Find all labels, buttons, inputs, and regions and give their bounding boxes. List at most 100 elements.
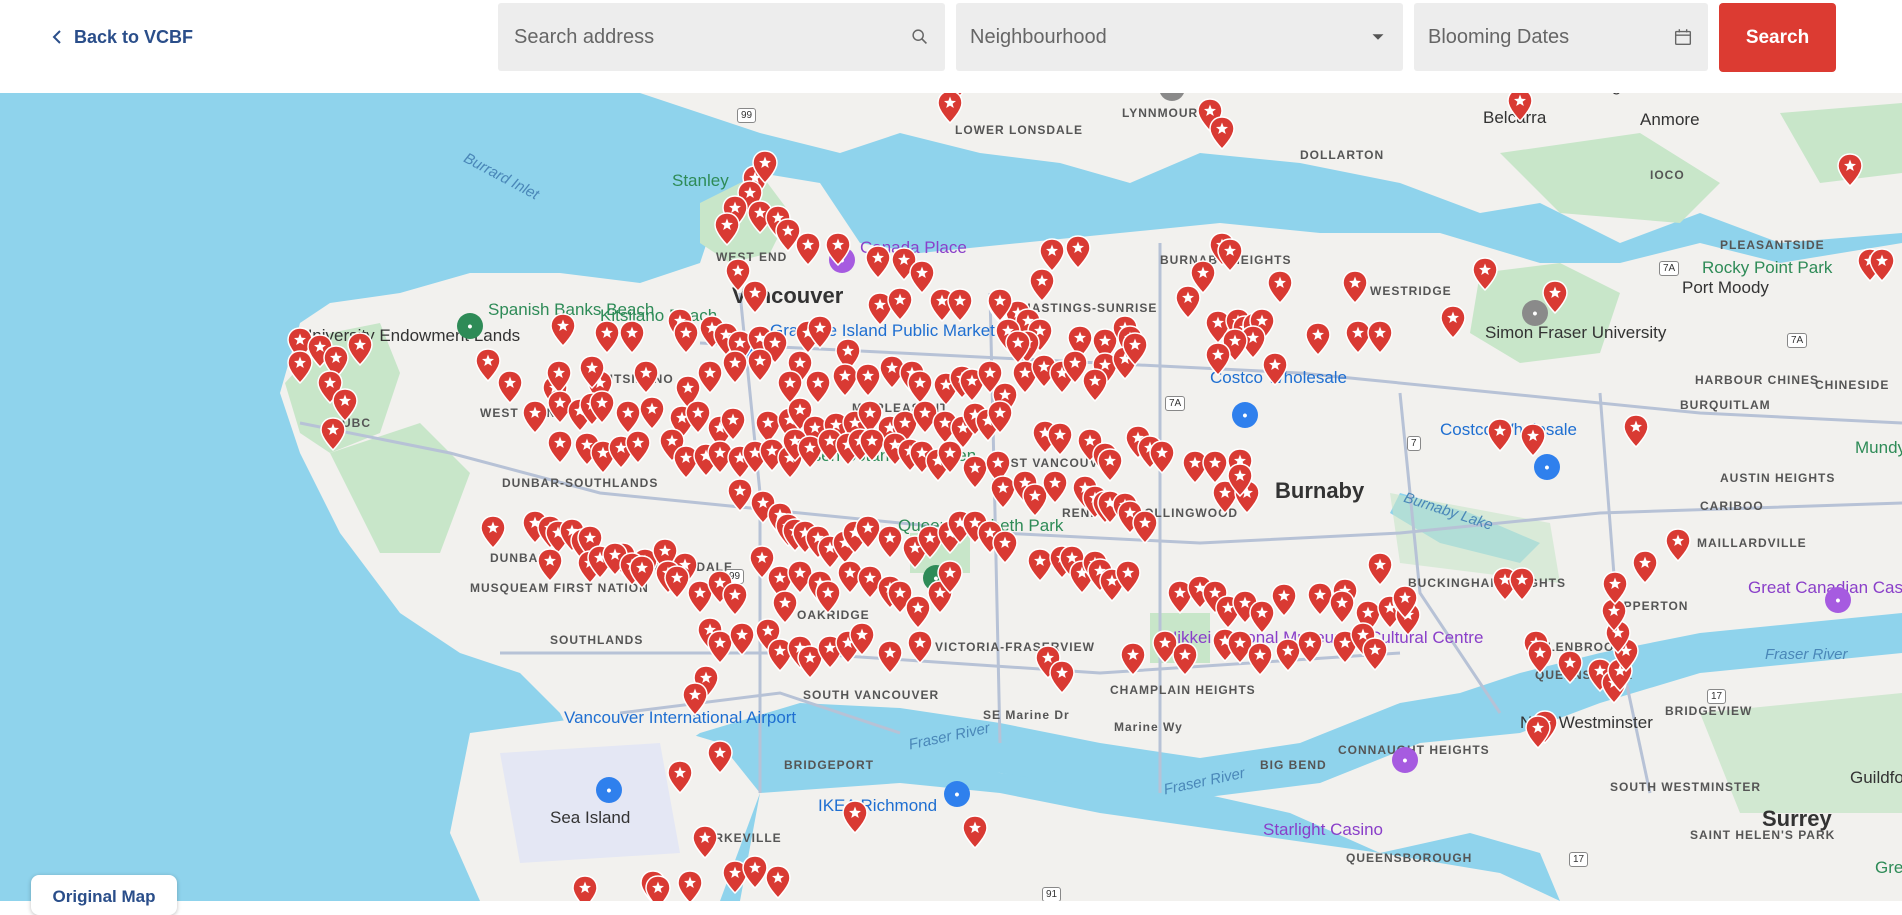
- cherry-tree-pin-icon[interactable]: [714, 212, 740, 247]
- poi-marker-icon[interactable]: •: [1534, 454, 1560, 480]
- cherry-tree-pin-icon[interactable]: [987, 400, 1013, 435]
- cherry-tree-pin-icon[interactable]: [1869, 248, 1895, 283]
- cherry-tree-pin-icon[interactable]: [480, 515, 506, 550]
- cherry-tree-pin-icon[interactable]: [937, 560, 963, 595]
- cherry-tree-pin-icon[interactable]: [537, 548, 563, 583]
- cherry-tree-pin-icon[interactable]: [1005, 330, 1031, 365]
- cherry-tree-pin-icon[interactable]: [722, 350, 748, 385]
- cherry-tree-pin-icon[interactable]: [849, 622, 875, 657]
- poi-marker-icon[interactable]: •: [457, 313, 483, 339]
- cherry-tree-pin-icon[interactable]: [765, 865, 791, 900]
- cherry-tree-pin-icon[interactable]: [625, 430, 651, 465]
- cherry-tree-pin-icon[interactable]: [1175, 285, 1201, 320]
- cherry-tree-pin-icon[interactable]: [347, 332, 373, 367]
- poi-marker-icon[interactable]: •: [1232, 402, 1258, 428]
- cherry-tree-pin-icon[interactable]: [1520, 423, 1546, 458]
- cherry-tree-pin-icon[interactable]: [589, 390, 615, 425]
- cherry-tree-pin-icon[interactable]: [522, 400, 548, 435]
- cherry-tree-pin-icon[interactable]: [1047, 422, 1073, 457]
- cherry-tree-pin-icon[interactable]: [1149, 440, 1175, 475]
- cherry-tree-pin-icon[interactable]: [747, 348, 773, 383]
- cherry-tree-pin-icon[interactable]: [947, 288, 973, 323]
- cherry-tree-pin-icon[interactable]: [1227, 463, 1253, 498]
- cherry-tree-pin-icon[interactable]: [987, 288, 1013, 323]
- poi-marker-icon[interactable]: •: [944, 781, 970, 807]
- cherry-tree-pin-icon[interactable]: [1362, 637, 1388, 672]
- cherry-tree-pin-icon[interactable]: [937, 440, 963, 475]
- search-address-field[interactable]: [498, 3, 945, 71]
- cherry-tree-pin-icon[interactable]: [1122, 332, 1148, 367]
- cherry-tree-pin-icon[interactable]: [1297, 630, 1323, 665]
- cherry-tree-pin-icon[interactable]: [1049, 660, 1075, 695]
- cherry-tree-pin-icon[interactable]: [907, 370, 933, 405]
- search-button[interactable]: Search: [1719, 3, 1836, 72]
- cherry-tree-pin-icon[interactable]: [682, 682, 708, 717]
- cherry-tree-pin-icon[interactable]: [697, 360, 723, 395]
- cherry-tree-pin-icon[interactable]: [807, 315, 833, 350]
- cherry-tree-pin-icon[interactable]: [855, 363, 881, 398]
- cherry-tree-pin-icon[interactable]: [907, 630, 933, 665]
- cherry-tree-pin-icon[interactable]: [1247, 642, 1273, 677]
- cherry-tree-pin-icon[interactable]: [1267, 270, 1293, 305]
- cherry-tree-pin-icon[interactable]: [547, 430, 573, 465]
- cherry-tree-pin-icon[interactable]: [619, 320, 645, 355]
- cherry-tree-pin-icon[interactable]: [639, 396, 665, 431]
- cherry-tree-pin-icon[interactable]: [729, 622, 755, 657]
- original-map-button[interactable]: Original Map: [31, 875, 177, 915]
- cherry-tree-pin-icon[interactable]: [1329, 590, 1355, 625]
- cherry-tree-pin-icon[interactable]: [1472, 257, 1498, 292]
- cherry-tree-pin-icon[interactable]: [1665, 528, 1691, 563]
- cherry-tree-pin-icon[interactable]: [497, 370, 523, 405]
- cherry-tree-pin-icon[interactable]: [692, 825, 718, 860]
- cherry-tree-pin-icon[interactable]: [1042, 470, 1068, 505]
- poi-marker-icon[interactable]: •: [1825, 587, 1851, 613]
- cherry-tree-pin-icon[interactable]: [1392, 585, 1418, 620]
- cherry-tree-pin-icon[interactable]: [1202, 450, 1228, 485]
- cherry-tree-pin-icon[interactable]: [1632, 550, 1658, 585]
- cherry-tree-pin-icon[interactable]: [1115, 560, 1141, 595]
- cherry-tree-pin-icon[interactable]: [1120, 642, 1146, 677]
- cherry-tree-pin-icon[interactable]: [1271, 583, 1297, 618]
- cherry-tree-pin-icon[interactable]: [1527, 640, 1553, 675]
- search-icon[interactable]: [909, 26, 931, 48]
- cherry-tree-pin-icon[interactable]: [673, 320, 699, 355]
- cherry-tree-pin-icon[interactable]: [742, 280, 768, 315]
- cherry-tree-pin-icon[interactable]: [629, 555, 655, 590]
- cherry-tree-pin-icon[interactable]: [1097, 448, 1123, 483]
- cherry-tree-pin-icon[interactable]: [842, 800, 868, 835]
- cherry-tree-pin-icon[interactable]: [1509, 567, 1535, 602]
- cherry-tree-pin-icon[interactable]: [937, 93, 963, 125]
- cherry-tree-pin-icon[interactable]: [1487, 418, 1513, 453]
- cherry-tree-pin-icon[interactable]: [579, 355, 605, 390]
- cherry-tree-pin-icon[interactable]: [1172, 642, 1198, 677]
- cherry-tree-pin-icon[interactable]: [1557, 650, 1583, 685]
- cherry-tree-pin-icon[interactable]: [752, 150, 778, 185]
- cherry-tree-pin-icon[interactable]: [887, 287, 913, 322]
- cherry-tree-pin-icon[interactable]: [1342, 270, 1368, 305]
- cherry-tree-pin-icon[interactable]: [320, 417, 346, 452]
- cherry-tree-pin-icon[interactable]: [1525, 715, 1551, 750]
- cherry-tree-pin-icon[interactable]: [546, 360, 572, 395]
- cherry-tree-pin-icon[interactable]: [550, 313, 576, 348]
- cherry-tree-pin-icon[interactable]: [667, 760, 693, 795]
- cherry-tree-pin-icon[interactable]: [877, 525, 903, 560]
- cherry-tree-pin-icon[interactable]: [1602, 571, 1628, 606]
- cherry-tree-pin-icon[interactable]: [722, 582, 748, 617]
- cherry-tree-pin-icon[interactable]: [1065, 235, 1091, 270]
- cherry-tree-pin-icon[interactable]: [1209, 116, 1235, 151]
- cherry-tree-pin-icon[interactable]: [1542, 280, 1568, 315]
- cherry-tree-pin-icon[interactable]: [1082, 368, 1108, 403]
- cherry-tree-pin-icon[interactable]: [707, 740, 733, 775]
- cherry-tree-pin-icon[interactable]: [1205, 342, 1231, 377]
- cherry-tree-pin-icon[interactable]: [633, 360, 659, 395]
- cherry-tree-pin-icon[interactable]: [795, 232, 821, 267]
- cherry-tree-pin-icon[interactable]: [287, 350, 313, 385]
- cherry-tree-pin-icon[interactable]: [572, 875, 598, 901]
- search-address-input[interactable]: [512, 24, 909, 50]
- cherry-tree-pin-icon[interactable]: [1507, 93, 1533, 123]
- cherry-tree-pin-icon[interactable]: [1039, 238, 1065, 273]
- cherry-tree-pin-icon[interactable]: [1440, 305, 1466, 340]
- cherry-tree-pin-icon[interactable]: [720, 407, 746, 442]
- back-to-vcbf-link[interactable]: Back to VCBF: [50, 24, 193, 50]
- cherry-tree-pin-icon[interactable]: [1132, 510, 1158, 545]
